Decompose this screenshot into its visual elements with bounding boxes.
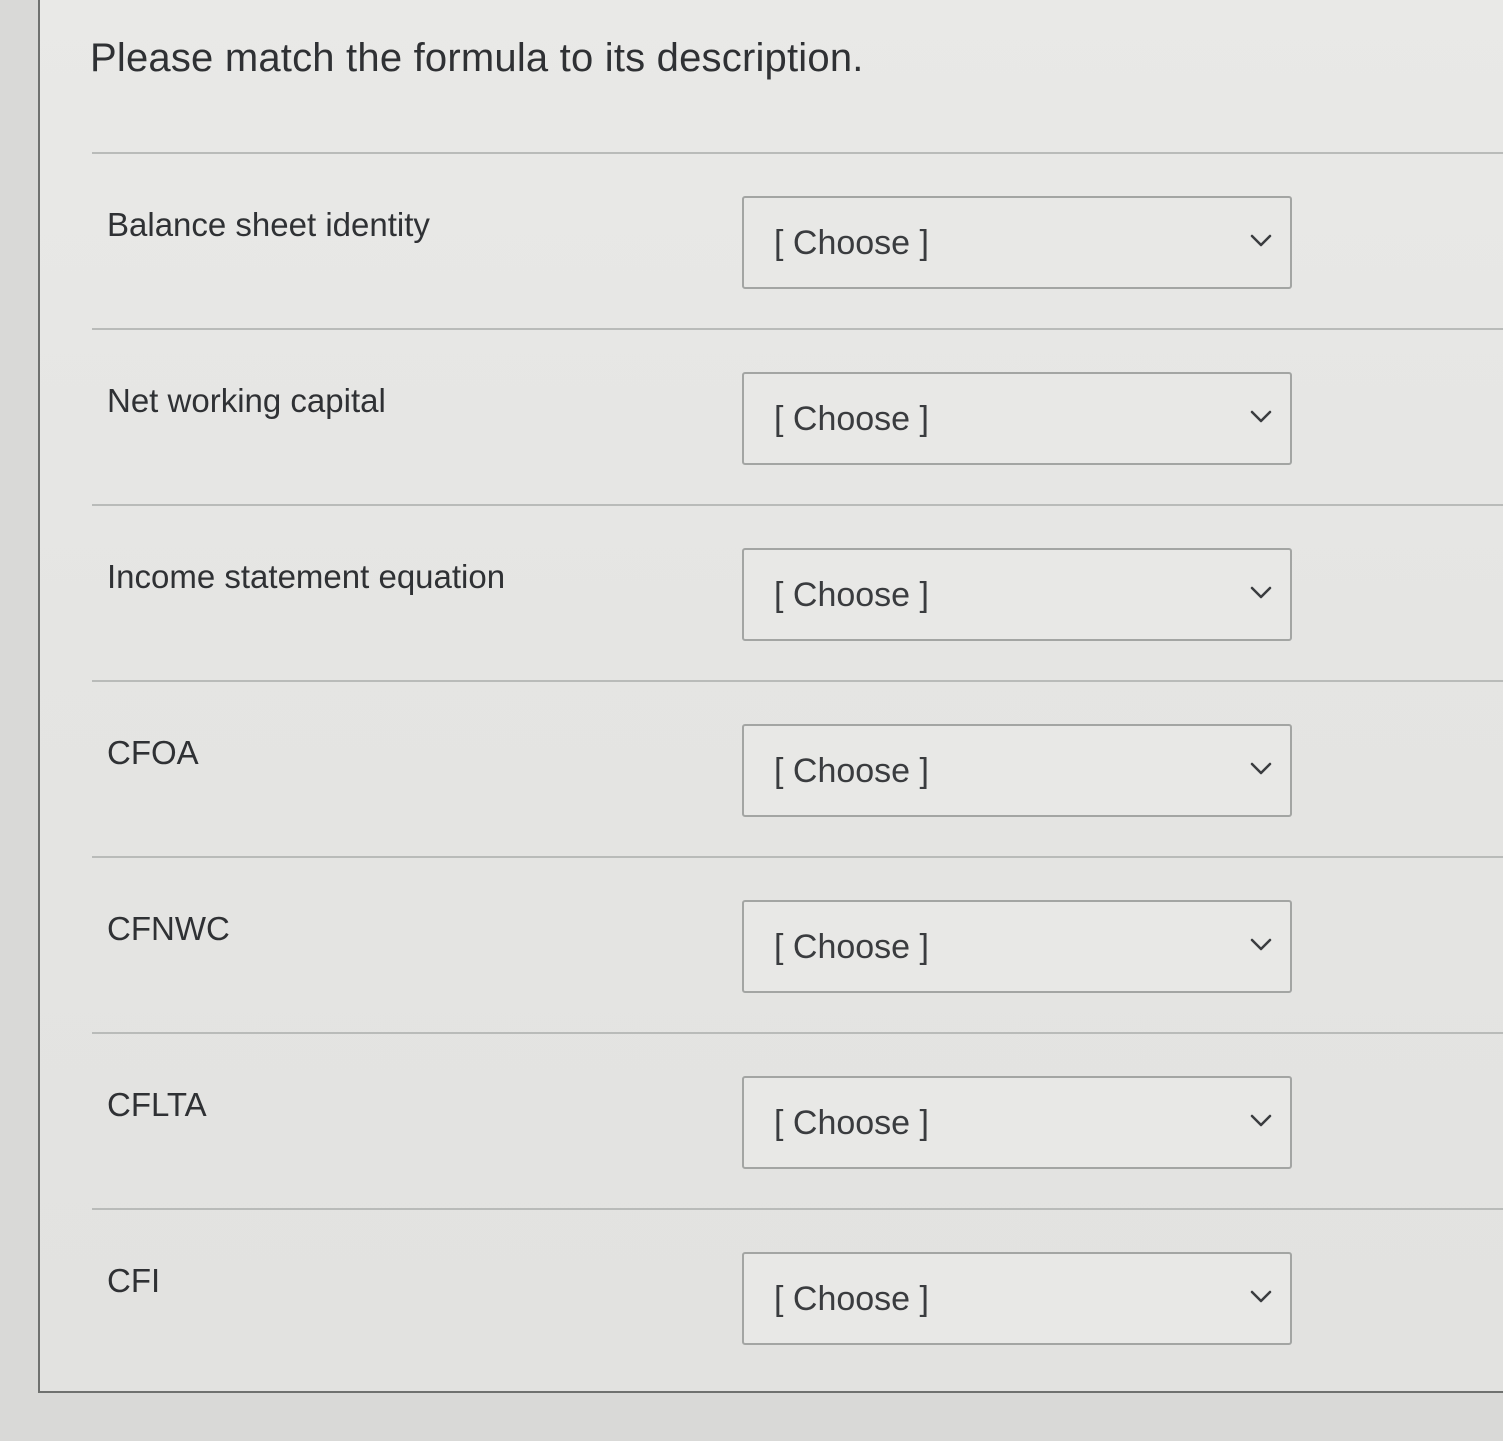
chevron-down-icon (1250, 1114, 1272, 1128)
cflta-select[interactable]: [ Choose ] (742, 1076, 1292, 1169)
select-value: [ Choose ] (774, 928, 929, 966)
match-row-income-statement-equation: Income statement equation [ Choose ] (92, 504, 1503, 680)
row-label: Net working capital (107, 382, 386, 419)
select-value: [ Choose ] (774, 1104, 929, 1142)
row-label: Balance sheet identity (107, 206, 430, 243)
net-working-capital-select[interactable]: [ Choose ] (742, 372, 1292, 465)
match-row-cflta: CFLTA [ Choose ] (92, 1032, 1503, 1208)
select-value: [ Choose ] (774, 400, 929, 438)
income-statement-equation-select[interactable]: [ Choose ] (742, 548, 1292, 641)
row-label: CFOA (107, 734, 199, 771)
row-label: CFNWC (107, 910, 230, 947)
select-value: [ Choose ] (774, 576, 929, 614)
chevron-down-icon (1250, 234, 1272, 248)
cfnwc-select[interactable]: [ Choose ] (742, 900, 1292, 993)
match-row-net-working-capital: Net working capital [ Choose ] (92, 328, 1503, 504)
match-row-cfoa: CFOA [ Choose ] (92, 680, 1503, 856)
match-row-cfnwc: CFNWC [ Choose ] (92, 856, 1503, 1032)
select-value: [ Choose ] (774, 224, 929, 262)
row-label: CFI (107, 1262, 161, 1299)
question-panel: Please match the formula to its descript… (38, 0, 1503, 1393)
chevron-down-icon (1250, 938, 1272, 952)
question-title: Please match the formula to its descript… (90, 36, 864, 80)
select-value: [ Choose ] (774, 752, 929, 790)
match-row-cfi: CFI [ Choose ] (92, 1208, 1503, 1384)
chevron-down-icon (1250, 1290, 1272, 1304)
match-list: Balance sheet identity [ Choose ] Net wo… (92, 152, 1503, 1384)
cfi-select[interactable]: [ Choose ] (742, 1252, 1292, 1345)
cfoa-select[interactable]: [ Choose ] (742, 724, 1292, 817)
row-label: Income statement equation (107, 558, 506, 595)
balance-sheet-identity-select[interactable]: [ Choose ] (742, 196, 1292, 289)
chevron-down-icon (1250, 410, 1272, 424)
row-label: CFLTA (107, 1086, 207, 1123)
chevron-down-icon (1250, 586, 1272, 600)
select-value: [ Choose ] (774, 1280, 929, 1318)
match-row-balance-sheet-identity: Balance sheet identity [ Choose ] (92, 152, 1503, 328)
chevron-down-icon (1250, 762, 1272, 776)
